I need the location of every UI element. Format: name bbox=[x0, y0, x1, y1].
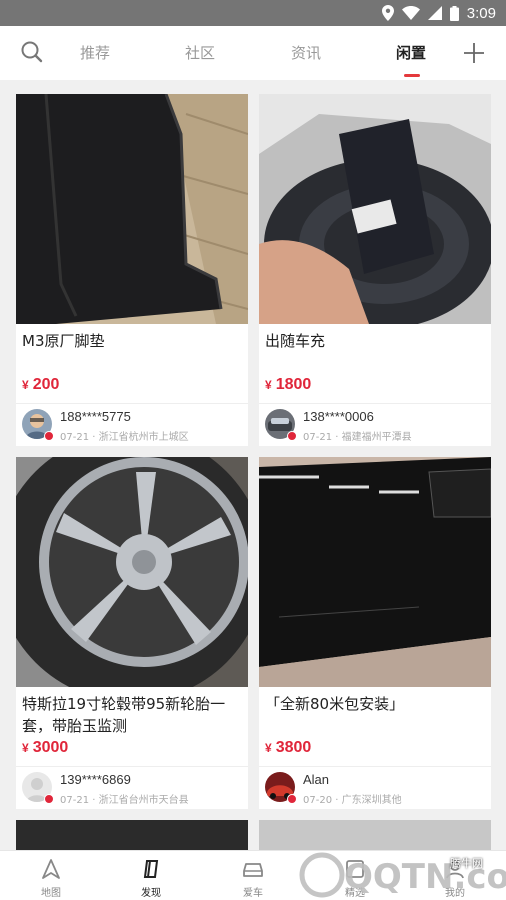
seller-name: 139****6869 bbox=[60, 772, 131, 787]
map-icon bbox=[42, 859, 60, 879]
listing-meta: 07-21 · 浙江省台州市天台县 bbox=[60, 795, 189, 806]
tab-community[interactable]: 社区 bbox=[185, 42, 215, 63]
listing-title: 特斯拉19寸轮毂带95新轮胎一套，带胎玉监测 bbox=[22, 695, 226, 735]
bottom-nav-car[interactable]: 爱车 bbox=[213, 851, 293, 900]
listing-photo bbox=[259, 820, 491, 850]
seller-name: 188****5775 bbox=[60, 409, 131, 424]
listing-price: ¥3000 bbox=[22, 739, 69, 756]
divider bbox=[16, 766, 248, 767]
status-bar: 3:09 bbox=[0, 0, 506, 26]
divider bbox=[16, 403, 248, 404]
listing-price: ¥1800 bbox=[265, 376, 312, 393]
verified-badge bbox=[287, 794, 297, 804]
status-time: 3:09 bbox=[466, 4, 496, 22]
tab-news[interactable]: 资讯 bbox=[291, 42, 321, 63]
listing-card[interactable]: 出随车充 ¥1800 138****0006 07-21 · 福建福州平潭县 bbox=[259, 94, 491, 446]
listing-photo-wheel bbox=[16, 457, 248, 687]
listing-photo bbox=[16, 820, 248, 850]
listing-title: M3原厂脚垫 bbox=[22, 332, 105, 350]
search-icon[interactable] bbox=[20, 40, 44, 64]
battery-icon bbox=[449, 5, 459, 21]
listing-card[interactable]: 特斯拉19寸轮毂带95新轮胎一套，带胎玉监测 ¥3000 139****6869… bbox=[16, 457, 248, 809]
discover-icon bbox=[143, 860, 159, 878]
listing-title: 出随车充 bbox=[265, 332, 326, 350]
plus-icon[interactable] bbox=[462, 41, 486, 65]
listing-card[interactable] bbox=[259, 820, 491, 850]
watermark-text: 腾牛网 bbox=[450, 857, 483, 870]
verified-badge bbox=[44, 794, 54, 804]
divider bbox=[259, 403, 491, 404]
verified-badge bbox=[287, 431, 297, 441]
top-nav: 推荐 社区 资讯 闲置 bbox=[0, 26, 506, 80]
wifi-icon bbox=[401, 6, 420, 20]
listing-card[interactable]: 「全新80米包安装」 ¥3800 Alan 07-20 · 广东深圳其他 bbox=[259, 457, 491, 809]
verified-badge bbox=[44, 431, 54, 441]
listing-photo-wall-connector-box bbox=[259, 457, 491, 687]
car-icon bbox=[243, 863, 263, 877]
listing-meta: 07-21 · 浙江省杭州市上城区 bbox=[60, 432, 189, 443]
listing-price: ¥3800 bbox=[265, 739, 312, 756]
listing-photo-floor-mat bbox=[16, 94, 248, 324]
signal-icon bbox=[427, 6, 442, 20]
seller-name: Alan bbox=[303, 772, 330, 787]
listing-meta: 07-20 · 广东深圳其他 bbox=[303, 795, 402, 806]
divider bbox=[259, 766, 491, 767]
bottom-nav-map[interactable]: 地图 bbox=[11, 851, 91, 900]
bottom-nav-discover[interactable]: 发现 bbox=[111, 851, 191, 900]
listing-meta: 07-21 · 福建福州平潭县 bbox=[303, 432, 412, 443]
seller-name: 138****0006 bbox=[303, 409, 374, 424]
listing-photo-charger bbox=[259, 94, 491, 324]
listing-card[interactable]: M3原厂脚垫 ¥200 188****5775 07-21 · 浙江省杭州市上城… bbox=[16, 94, 248, 446]
listing-title: 「全新80米包安装」 bbox=[265, 695, 405, 713]
location-icon bbox=[381, 5, 394, 21]
listing-card[interactable] bbox=[16, 820, 248, 850]
active-tab-indicator bbox=[404, 74, 420, 77]
tab-secondhand[interactable]: 闲置 bbox=[396, 42, 426, 63]
listing-price: ¥200 bbox=[22, 376, 60, 393]
tab-recommend[interactable]: 推荐 bbox=[80, 42, 110, 63]
